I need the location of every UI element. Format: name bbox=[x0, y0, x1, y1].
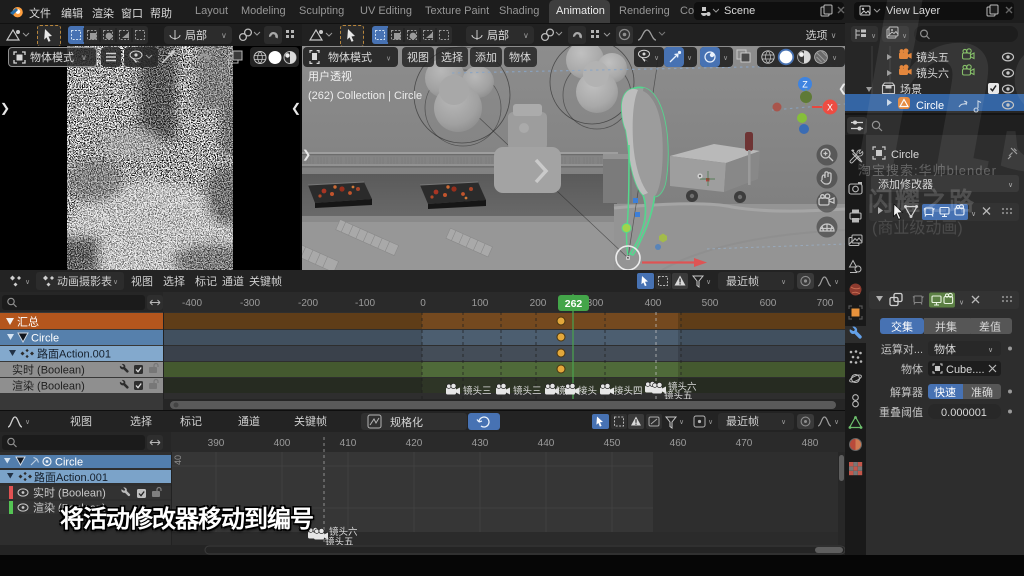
svg-text:450: 450 bbox=[604, 438, 621, 449]
svg-text:镜头六: 镜头六 bbox=[916, 66, 949, 80]
svg-text:410: 410 bbox=[340, 438, 357, 449]
svg-text:关键帧: 关键帧 bbox=[249, 274, 282, 288]
svg-text:镜头三: 镜头三 bbox=[463, 385, 492, 397]
svg-text:通道: 通道 bbox=[238, 414, 260, 428]
svg-text:-300: -300 bbox=[240, 298, 260, 309]
svg-text:∨: ∨ bbox=[902, 33, 907, 40]
svg-text:添加: 添加 bbox=[475, 50, 497, 64]
svg-text:最近帧: 最近帧 bbox=[726, 414, 759, 428]
svg-text:∨: ∨ bbox=[832, 55, 837, 62]
svg-text:选择: 选择 bbox=[441, 50, 463, 64]
svg-text:视图: 视图 bbox=[131, 274, 153, 288]
svg-text:∨: ∨ bbox=[679, 419, 684, 426]
svg-text:差值: 差值 bbox=[979, 320, 1001, 334]
svg-text:物体: 物体 bbox=[509, 50, 531, 64]
svg-text:通道: 通道 bbox=[222, 274, 244, 288]
svg-text:0.000001: 0.000001 bbox=[941, 407, 987, 419]
svg-text:标记: 标记 bbox=[195, 274, 217, 288]
svg-text:262: 262 bbox=[565, 298, 583, 310]
svg-text:400: 400 bbox=[645, 298, 662, 309]
svg-text:场景: 场景 bbox=[900, 82, 922, 96]
svg-text:700: 700 bbox=[817, 298, 834, 309]
svg-text:物体: 物体 bbox=[934, 342, 956, 356]
svg-text:∨: ∨ bbox=[781, 419, 786, 426]
svg-text:选择: 选择 bbox=[163, 274, 185, 288]
svg-text:Circle: Circle bbox=[916, 100, 944, 112]
svg-text:∨: ∨ bbox=[959, 300, 964, 307]
svg-text:100: 100 bbox=[472, 298, 489, 309]
svg-text:Circle: Circle bbox=[31, 333, 59, 345]
svg-text:∨: ∨ bbox=[25, 279, 30, 286]
svg-text:实时 (Boolean): 实时 (Boolean) bbox=[12, 363, 85, 377]
svg-text:用户透视: 用户透视 bbox=[308, 69, 352, 83]
svg-text:∨: ∨ bbox=[706, 279, 711, 286]
svg-text:∨: ∨ bbox=[834, 419, 839, 426]
svg-text:390: 390 bbox=[208, 438, 225, 449]
svg-text:Z: Z bbox=[802, 80, 808, 90]
svg-text:440: 440 bbox=[538, 438, 555, 449]
svg-text:600: 600 bbox=[760, 298, 777, 309]
svg-text:汇总: 汇总 bbox=[17, 315, 39, 329]
svg-text:∨: ∨ bbox=[654, 55, 659, 62]
svg-text:标记: 标记 bbox=[180, 414, 202, 428]
svg-text:-200: -200 bbox=[298, 298, 318, 309]
svg-text:镜头三: 镜头三 bbox=[513, 385, 542, 397]
svg-text:最近帧: 最近帧 bbox=[726, 274, 759, 288]
svg-text:视图: 视图 bbox=[407, 50, 429, 64]
svg-text:关键帧: 关键帧 bbox=[294, 414, 327, 428]
svg-text:∨: ∨ bbox=[988, 347, 993, 354]
svg-text:并集: 并集 bbox=[935, 320, 957, 334]
svg-text:430: 430 bbox=[472, 438, 489, 449]
svg-text:物体: 物体 bbox=[901, 362, 923, 376]
svg-text:∨: ∨ bbox=[687, 55, 692, 62]
svg-text:Cube....: Cube.... bbox=[946, 364, 985, 376]
svg-text:准确: 准确 bbox=[971, 386, 993, 399]
svg-text:运算对...: 运算对... bbox=[881, 342, 923, 356]
svg-text:∨: ∨ bbox=[871, 33, 876, 40]
svg-text:规格化: 规格化 bbox=[390, 415, 423, 429]
svg-text:300: 300 bbox=[587, 298, 604, 309]
svg-text:480: 480 bbox=[802, 438, 819, 449]
svg-text:200: 200 bbox=[530, 298, 547, 309]
svg-text:路面Action.001: 路面Action.001 bbox=[34, 471, 108, 484]
svg-text:∨: ∨ bbox=[113, 279, 118, 286]
svg-text:镜头五: 镜头五 bbox=[916, 50, 949, 64]
svg-text:500: 500 bbox=[702, 298, 719, 309]
svg-text:实时 (Boolean): 实时 (Boolean) bbox=[33, 486, 106, 500]
svg-text:(262) Collection | Circle: (262) Collection | Circle bbox=[308, 90, 422, 102]
svg-text:∨: ∨ bbox=[708, 419, 713, 426]
svg-text:❯: ❯ bbox=[302, 149, 311, 161]
svg-text:∨: ∨ bbox=[781, 279, 786, 286]
svg-text:∨: ∨ bbox=[386, 56, 391, 63]
svg-text:视图: 视图 bbox=[70, 414, 92, 428]
svg-text:420: 420 bbox=[406, 438, 423, 449]
svg-text:渲染 (Boolean): 渲染 (Boolean) bbox=[12, 379, 85, 393]
svg-text:选择: 选择 bbox=[130, 414, 152, 428]
svg-text:X: X bbox=[827, 103, 833, 113]
svg-text:∨: ∨ bbox=[1008, 182, 1013, 189]
svg-text:∨: ∨ bbox=[25, 419, 30, 426]
svg-text:∨: ∨ bbox=[834, 279, 839, 286]
svg-text:40: 40 bbox=[173, 455, 183, 465]
svg-text:460: 460 bbox=[670, 438, 687, 449]
svg-text:重叠阈值: 重叠阈值 bbox=[879, 405, 923, 419]
svg-text:解算器: 解算器 bbox=[890, 385, 923, 399]
svg-text:470: 470 bbox=[736, 438, 753, 449]
svg-text:路面Action.001: 路面Action.001 bbox=[37, 348, 111, 361]
svg-text:物体模式: 物体模式 bbox=[328, 50, 372, 64]
svg-text:快速: 快速 bbox=[934, 386, 956, 399]
svg-text:0: 0 bbox=[420, 298, 426, 309]
svg-text:❮: ❮ bbox=[838, 83, 845, 95]
svg-text:-400: -400 bbox=[182, 298, 202, 309]
svg-text:-100: -100 bbox=[355, 298, 375, 309]
svg-text:交集: 交集 bbox=[891, 320, 913, 334]
svg-text:∨: ∨ bbox=[723, 55, 728, 62]
svg-text:400: 400 bbox=[274, 438, 291, 449]
svg-text:Circle: Circle bbox=[55, 457, 83, 469]
svg-text:接头: 接头 bbox=[578, 385, 597, 397]
svg-text:动画摄影表: 动画摄影表 bbox=[57, 274, 112, 288]
svg-text:接头四: 接头四 bbox=[614, 385, 643, 397]
